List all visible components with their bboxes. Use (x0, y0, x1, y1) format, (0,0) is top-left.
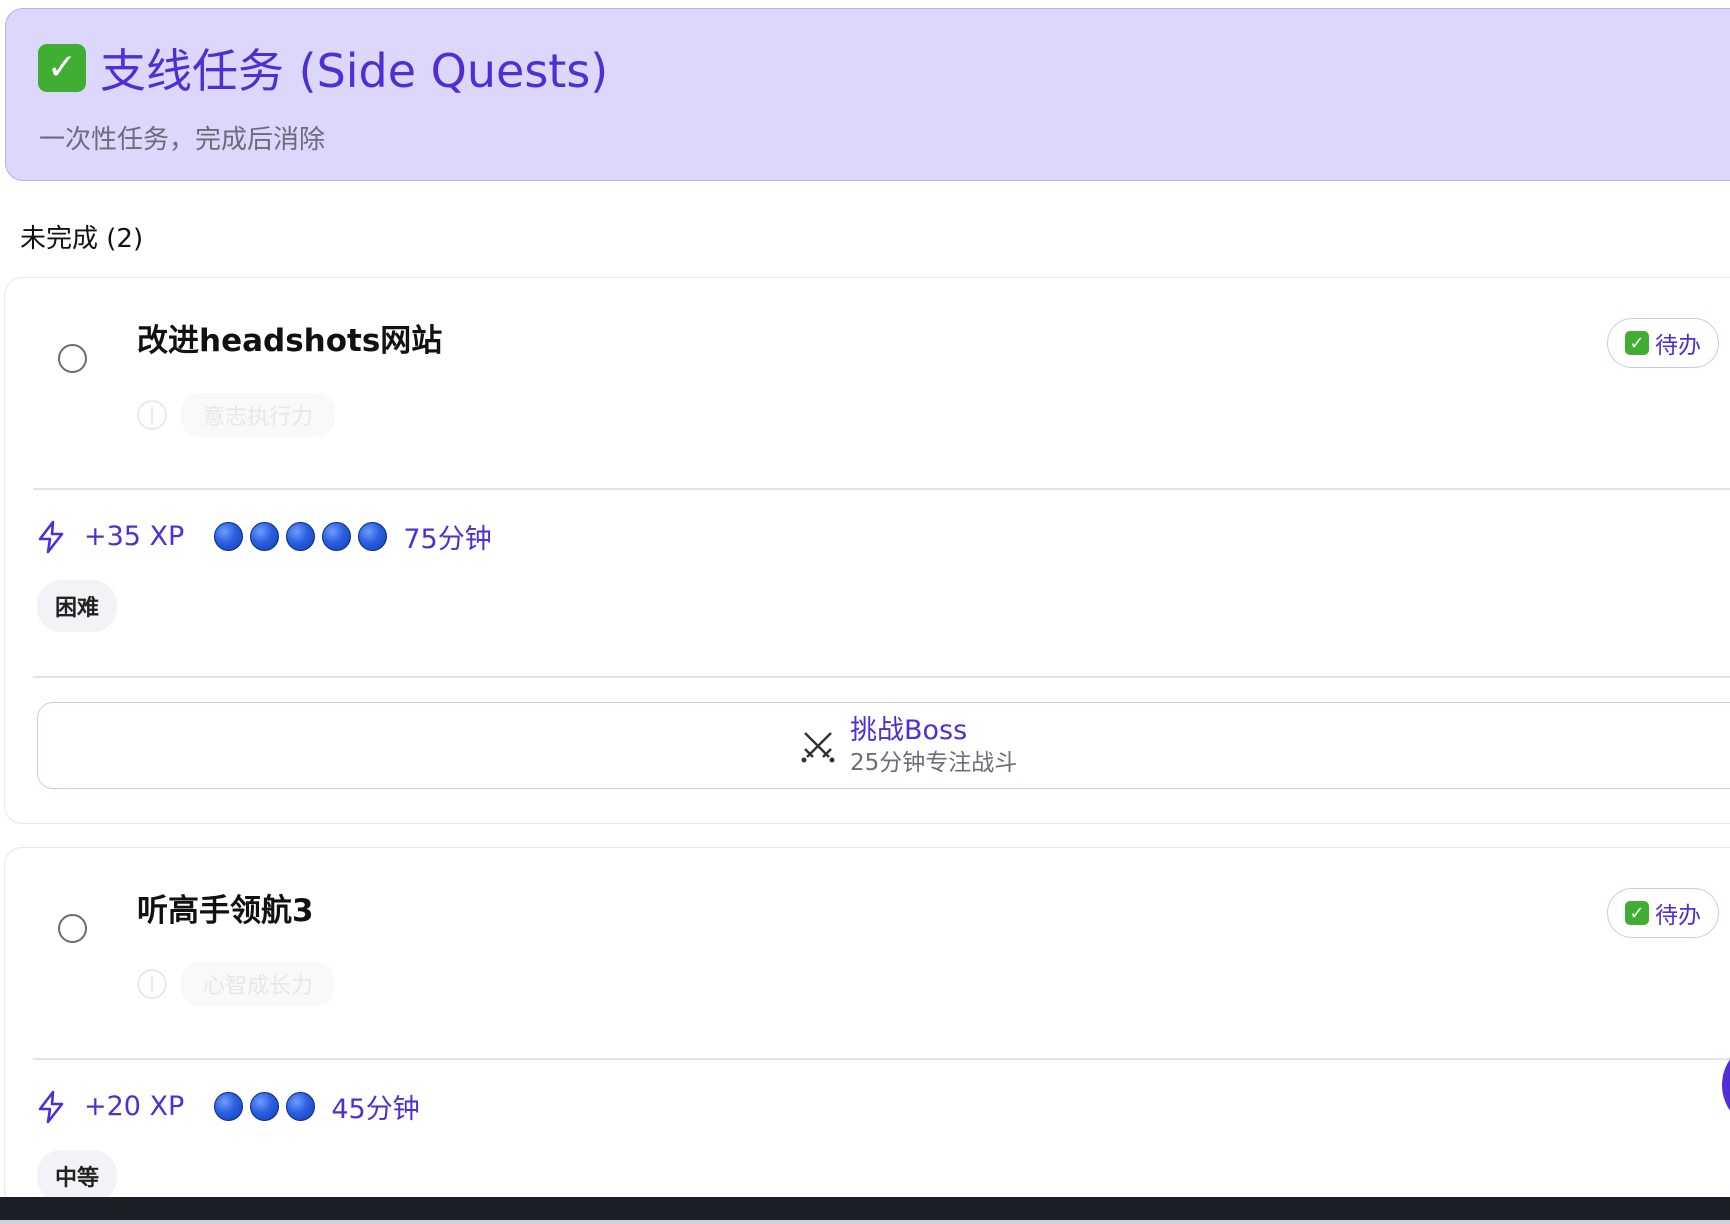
lightning-bolt-icon (38, 1090, 64, 1123)
difficulty-tag: 中等 (37, 1150, 118, 1202)
page-title: ✓ 支线任务 (Side Quests) (38, 35, 608, 101)
boss-button-content: 挑战Boss 25分钟专注战斗 (800, 714, 1017, 778)
effort-dot-icon (358, 522, 388, 551)
task-reward-row: +35 XP 75分钟 (36, 517, 492, 556)
xp-value: +35 XP (84, 521, 185, 552)
boss-text: 挑战Boss 25分钟专注战斗 (850, 714, 1017, 778)
lightning-bolt-icon (38, 520, 64, 553)
xp-value: +20 XP (84, 1091, 185, 1122)
effort-dot-icon (214, 1092, 244, 1121)
effort-dot-icon (250, 1092, 280, 1121)
check-mark-icon: ✓ (1625, 331, 1649, 355)
divider (33, 676, 1730, 678)
task-title: 改进headshots网站 (137, 323, 443, 359)
task-attribute-row: 心智成长力 (137, 962, 336, 1006)
effort-dots (214, 1092, 316, 1121)
effort-dot-icon (286, 1092, 316, 1121)
effort-dot-icon (286, 522, 316, 551)
boss-title: 挑战Boss (850, 715, 968, 746)
effort-dot-icon (250, 522, 280, 551)
duration-value: 75分钟 (403, 524, 492, 555)
page-title-text: 支线任务 (Side Quests) (100, 44, 609, 98)
attribute-icon (137, 400, 167, 430)
status-label: 待办 (1655, 903, 1701, 929)
status-badge[interactable]: ✓ 待办 (1607, 318, 1719, 368)
complete-task-radio[interactable] (58, 344, 87, 373)
challenge-boss-button[interactable]: 挑战Boss 25分钟专注战斗 (37, 702, 1730, 789)
attribute-tag: 意志执行力 (181, 393, 336, 437)
status-badge[interactable]: ✓ 待办 (1607, 888, 1719, 938)
effort-dot-icon (214, 522, 244, 551)
bottom-bar (0, 1197, 1730, 1220)
section-header: ✓ 支线任务 (Side Quests) 一次性任务，完成后消除 (5, 8, 1730, 181)
status-label: 待办 (1655, 333, 1701, 359)
incomplete-section-label: 未完成 (2) (20, 224, 144, 254)
effort-dot-icon (322, 522, 352, 551)
difficulty-tag: 困难 (37, 580, 118, 632)
attribute-icon (137, 969, 167, 999)
check-mark-icon: ✓ (1625, 901, 1649, 925)
task-title: 听高手领航3 (137, 893, 314, 929)
complete-task-radio[interactable] (58, 914, 87, 943)
task-attribute-row: 意志执行力 (137, 393, 336, 437)
divider (33, 1058, 1730, 1060)
effort-dots (214, 522, 388, 551)
page-subtitle: 一次性任务，完成后消除 (39, 125, 326, 155)
crossed-swords-icon (801, 732, 835, 763)
boss-subtitle: 25分钟专注战斗 (850, 750, 1018, 776)
bottom-strip (0, 1220, 1730, 1224)
attribute-tag: 心智成长力 (181, 962, 336, 1006)
task-reward-row: +20 XP 45分钟 (36, 1087, 420, 1126)
check-mark-icon: ✓ (38, 44, 86, 92)
duration-value: 45分钟 (331, 1094, 420, 1125)
divider (33, 488, 1730, 490)
